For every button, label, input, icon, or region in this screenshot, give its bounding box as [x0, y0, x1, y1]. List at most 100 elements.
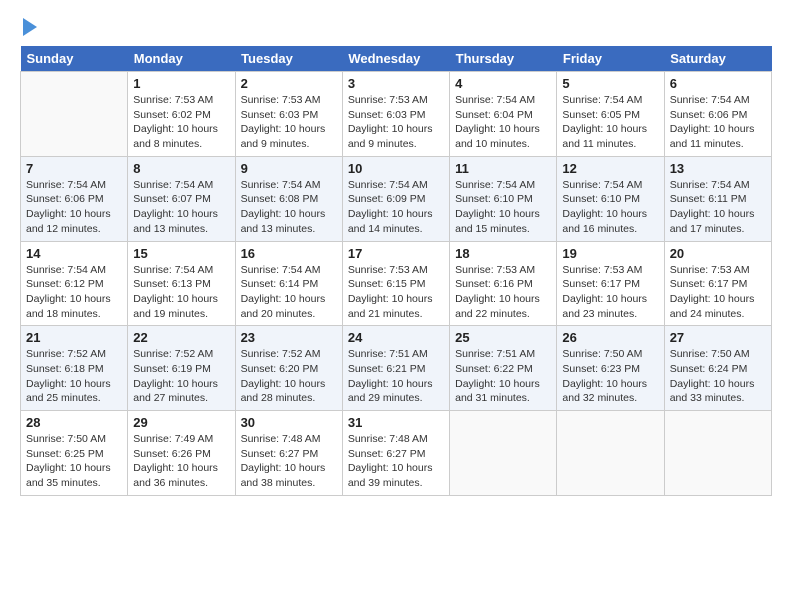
day-number: 26	[562, 330, 658, 345]
day-number: 30	[241, 415, 337, 430]
day-number: 7	[26, 161, 122, 176]
day-info: Sunrise: 7:53 AMSunset: 6:17 PMDaylight:…	[562, 263, 658, 322]
day-number: 31	[348, 415, 444, 430]
header-row: SundayMondayTuesdayWednesdayThursdayFrid…	[21, 46, 772, 72]
day-info: Sunrise: 7:54 AMSunset: 6:05 PMDaylight:…	[562, 93, 658, 152]
calendar-day-cell	[21, 72, 128, 157]
calendar-day-cell: 5 Sunrise: 7:54 AMSunset: 6:05 PMDaylight…	[557, 72, 664, 157]
day-number: 4	[455, 76, 551, 91]
calendar-day-cell: 16 Sunrise: 7:54 AMSunset: 6:14 PMDayligh…	[235, 241, 342, 326]
calendar-day-cell: 1 Sunrise: 7:53 AMSunset: 6:02 PMDaylight…	[128, 72, 235, 157]
calendar-day-cell: 25Sunrise: 7:51 AMSunset: 6:22 PMDayligh…	[450, 326, 557, 411]
day-info: Sunrise: 7:54 AMSunset: 6:06 PMDaylight:…	[670, 93, 766, 152]
calendar-day-cell: 6 Sunrise: 7:54 AMSunset: 6:06 PMDaylight…	[664, 72, 771, 157]
day-info: Sunrise: 7:51 AMSunset: 6:21 PMDaylight:…	[348, 347, 444, 406]
day-info: Sunrise: 7:54 AMSunset: 6:06 PMDaylight:…	[26, 178, 122, 237]
calendar-day-cell: 30 Sunrise: 7:48 AMSunset: 6:27 PMDayligh…	[235, 411, 342, 496]
day-of-week-header: Tuesday	[235, 46, 342, 72]
day-info: Sunrise: 7:53 AMSunset: 6:02 PMDaylight:…	[133, 93, 229, 152]
calendar-day-cell: 8Sunrise: 7:54 AMSunset: 6:07 PMDaylight…	[128, 156, 235, 241]
calendar-day-cell: 9Sunrise: 7:54 AMSunset: 6:08 PMDaylight…	[235, 156, 342, 241]
logo-arrow-icon	[23, 18, 37, 36]
calendar-day-cell: 18 Sunrise: 7:53 AMSunset: 6:16 PMDayligh…	[450, 241, 557, 326]
day-info: Sunrise: 7:52 AMSunset: 6:18 PMDaylight:…	[26, 347, 122, 406]
calendar-day-cell: 7 Sunrise: 7:54 AMSunset: 6:06 PMDaylight…	[21, 156, 128, 241]
calendar-week-row: 14 Sunrise: 7:54 AMSunset: 6:12 PMDayligh…	[21, 241, 772, 326]
day-number: 28	[26, 415, 122, 430]
day-number: 3	[348, 76, 444, 91]
day-info: Sunrise: 7:50 AMSunset: 6:25 PMDaylight:…	[26, 432, 122, 491]
day-number: 29	[133, 415, 229, 430]
day-of-week-header: Monday	[128, 46, 235, 72]
calendar-day-cell: 23 Sunrise: 7:52 AMSunset: 6:20 PMDayligh…	[235, 326, 342, 411]
calendar-header: SundayMondayTuesdayWednesdayThursdayFrid…	[21, 46, 772, 72]
calendar-day-cell: 11 Sunrise: 7:54 AMSunset: 6:10 PMDayligh…	[450, 156, 557, 241]
day-info: Sunrise: 7:54 AMSunset: 6:08 PMDaylight:…	[241, 178, 337, 237]
calendar-body: 1 Sunrise: 7:53 AMSunset: 6:02 PMDaylight…	[21, 72, 772, 496]
day-number: 6	[670, 76, 766, 91]
day-number: 27	[670, 330, 766, 345]
day-number: 16	[241, 246, 337, 261]
day-number: 23	[241, 330, 337, 345]
calendar-day-cell: 3 Sunrise: 7:53 AMSunset: 6:03 PMDaylight…	[342, 72, 449, 157]
day-number: 20	[670, 246, 766, 261]
day-info: Sunrise: 7:50 AMSunset: 6:23 PMDaylight:…	[562, 347, 658, 406]
day-info: Sunrise: 7:54 AMSunset: 6:04 PMDaylight:…	[455, 93, 551, 152]
day-number: 14	[26, 246, 122, 261]
calendar-week-row: 28 Sunrise: 7:50 AMSunset: 6:25 PMDayligh…	[21, 411, 772, 496]
calendar-day-cell: 19Sunrise: 7:53 AMSunset: 6:17 PMDayligh…	[557, 241, 664, 326]
day-info: Sunrise: 7:53 AMSunset: 6:16 PMDaylight:…	[455, 263, 551, 322]
day-number: 15	[133, 246, 229, 261]
calendar-week-row: 1 Sunrise: 7:53 AMSunset: 6:02 PMDaylight…	[21, 72, 772, 157]
day-number: 1	[133, 76, 229, 91]
day-info: Sunrise: 7:54 AMSunset: 6:14 PMDaylight:…	[241, 263, 337, 322]
calendar-day-cell	[664, 411, 771, 496]
day-info: Sunrise: 7:53 AMSunset: 6:17 PMDaylight:…	[670, 263, 766, 322]
day-number: 25	[455, 330, 551, 345]
day-info: Sunrise: 7:53 AMSunset: 6:03 PMDaylight:…	[348, 93, 444, 152]
calendar-day-cell: 24 Sunrise: 7:51 AMSunset: 6:21 PMDayligh…	[342, 326, 449, 411]
day-info: Sunrise: 7:53 AMSunset: 6:15 PMDaylight:…	[348, 263, 444, 322]
day-number: 17	[348, 246, 444, 261]
day-of-week-header: Sunday	[21, 46, 128, 72]
calendar-day-cell: 17 Sunrise: 7:53 AMSunset: 6:15 PMDayligh…	[342, 241, 449, 326]
day-number: 11	[455, 161, 551, 176]
day-info: Sunrise: 7:52 AMSunset: 6:19 PMDaylight:…	[133, 347, 229, 406]
day-info: Sunrise: 7:54 AMSunset: 6:13 PMDaylight:…	[133, 263, 229, 322]
day-number: 22	[133, 330, 229, 345]
calendar-day-cell: 12 Sunrise: 7:54 AMSunset: 6:10 PMDayligh…	[557, 156, 664, 241]
day-number: 21	[26, 330, 122, 345]
calendar-day-cell: 26 Sunrise: 7:50 AMSunset: 6:23 PMDayligh…	[557, 326, 664, 411]
day-info: Sunrise: 7:52 AMSunset: 6:20 PMDaylight:…	[241, 347, 337, 406]
day-number: 13	[670, 161, 766, 176]
calendar-day-cell: 14 Sunrise: 7:54 AMSunset: 6:12 PMDayligh…	[21, 241, 128, 326]
day-of-week-header: Wednesday	[342, 46, 449, 72]
day-number: 2	[241, 76, 337, 91]
day-info: Sunrise: 7:54 AMSunset: 6:09 PMDaylight:…	[348, 178, 444, 237]
day-number: 18	[455, 246, 551, 261]
calendar-week-row: 7 Sunrise: 7:54 AMSunset: 6:06 PMDaylight…	[21, 156, 772, 241]
day-number: 10	[348, 161, 444, 176]
day-number: 12	[562, 161, 658, 176]
day-info: Sunrise: 7:49 AMSunset: 6:26 PMDaylight:…	[133, 432, 229, 491]
calendar-day-cell	[557, 411, 664, 496]
day-info: Sunrise: 7:54 AMSunset: 6:07 PMDaylight:…	[133, 178, 229, 237]
calendar-day-cell: 31 Sunrise: 7:48 AMSunset: 6:27 PMDayligh…	[342, 411, 449, 496]
day-info: Sunrise: 7:54 AMSunset: 6:10 PMDaylight:…	[562, 178, 658, 237]
day-info: Sunrise: 7:54 AMSunset: 6:11 PMDaylight:…	[670, 178, 766, 237]
day-info: Sunrise: 7:54 AMSunset: 6:12 PMDaylight:…	[26, 263, 122, 322]
header	[20, 18, 772, 36]
day-number: 5	[562, 76, 658, 91]
day-info: Sunrise: 7:48 AMSunset: 6:27 PMDaylight:…	[241, 432, 337, 491]
calendar-day-cell: 27Sunrise: 7:50 AMSunset: 6:24 PMDayligh…	[664, 326, 771, 411]
calendar-day-cell: 2 Sunrise: 7:53 AMSunset: 6:03 PMDaylight…	[235, 72, 342, 157]
day-number: 24	[348, 330, 444, 345]
calendar-day-cell: 29 Sunrise: 7:49 AMSunset: 6:26 PMDayligh…	[128, 411, 235, 496]
day-info: Sunrise: 7:54 AMSunset: 6:10 PMDaylight:…	[455, 178, 551, 237]
calendar-day-cell	[450, 411, 557, 496]
calendar-day-cell: 21 Sunrise: 7:52 AMSunset: 6:18 PMDayligh…	[21, 326, 128, 411]
calendar-day-cell: 4 Sunrise: 7:54 AMSunset: 6:04 PMDaylight…	[450, 72, 557, 157]
day-of-week-header: Thursday	[450, 46, 557, 72]
day-info: Sunrise: 7:48 AMSunset: 6:27 PMDaylight:…	[348, 432, 444, 491]
day-info: Sunrise: 7:53 AMSunset: 6:03 PMDaylight:…	[241, 93, 337, 152]
